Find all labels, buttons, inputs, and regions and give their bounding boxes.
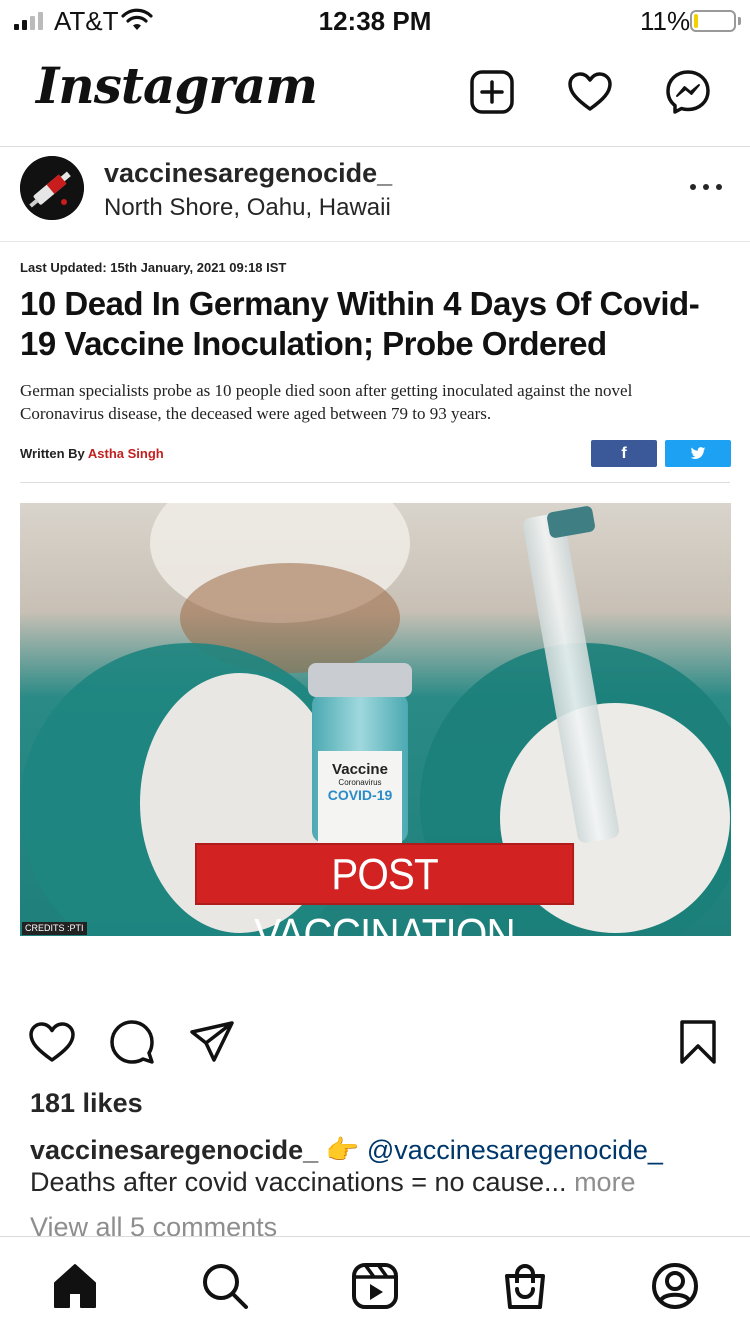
battery-percent: 11% [640, 6, 691, 36]
article-photo: Vaccine Coronavirus COVID-19 POST VACCIN… [20, 503, 731, 936]
vial-text-covid: COVID-19 [327, 787, 393, 803]
post-username[interactable]: vaccinesaregenocide_ [104, 158, 392, 189]
image-overlay-caption: POST VACCINATION DEATH [195, 843, 575, 936]
battery-level-fill [694, 14, 698, 28]
article-summary: German specialists probe as 10 people di… [20, 381, 633, 423]
profile-icon[interactable] [650, 1261, 700, 1311]
comment-icon[interactable] [108, 1018, 156, 1066]
post-header: vaccinesaregenocide_ North Shore, Oahu, … [0, 148, 750, 240]
twitter-share-icon [665, 440, 731, 467]
article-author: Astha Singh [87, 446, 164, 461]
heart-icon[interactable] [566, 68, 614, 116]
reels-icon[interactable] [350, 1261, 400, 1311]
shop-icon[interactable] [500, 1261, 550, 1311]
written-by-label: Written By [20, 446, 85, 461]
caption-text: Deaths after covid vaccinations = no cau… [30, 1167, 567, 1197]
battery-icon [690, 10, 736, 32]
post-actions [0, 1010, 750, 1070]
bottom-tab-bar [0, 1236, 750, 1334]
search-icon[interactable] [200, 1261, 250, 1311]
post-location[interactable]: North Shore, Oahu, Hawaii [104, 194, 391, 222]
caption-username[interactable]: vaccinesaregenocide_ [30, 1135, 318, 1165]
status-bar: AT&T 12:38 PM 11% [0, 0, 750, 40]
article-divider [20, 482, 730, 483]
post-image[interactable]: Last Updated: 15th January, 2021 09:18 I… [0, 241, 750, 991]
post-caption: vaccinesaregenocide_ 👉 @vaccinesaregenoc… [30, 1134, 730, 1198]
pointing-emoji: 👉 [325, 1135, 360, 1165]
instagram-logo[interactable]: Instagram [36, 56, 318, 115]
vial-text-coronavirus: Coronavirus [338, 778, 382, 787]
app-header: Instagram [0, 40, 750, 147]
more-options-icon[interactable] [686, 176, 726, 196]
vial-text-vaccine: Vaccine [332, 761, 388, 778]
home-icon[interactable] [50, 1261, 100, 1311]
status-time: 12:38 PM [318, 6, 432, 36]
battery-cap [738, 17, 741, 25]
article-byline: Written By Astha Singh [20, 446, 164, 461]
image-credits: CREDITS :PTI [22, 922, 87, 935]
article-headline: 10 Dead In Germany Within 4 Days Of Covi… [20, 285, 700, 362]
caption-mention[interactable]: @vaccinesaregenocide_ [367, 1135, 663, 1165]
facebook-share-icon: f [591, 440, 657, 467]
likes-count[interactable]: 181 likes [30, 1088, 143, 1119]
vaccine-vial-label: Vaccine Coronavirus COVID-19 [318, 761, 402, 803]
share-send-icon[interactable] [188, 1018, 236, 1066]
article-last-updated: Last Updated: 15th January, 2021 09:18 I… [20, 260, 287, 275]
avatar[interactable] [20, 156, 84, 220]
caption-more-link[interactable]: more [574, 1167, 636, 1197]
save-bookmark-icon[interactable] [674, 1018, 722, 1066]
like-heart-icon[interactable] [28, 1018, 76, 1066]
new-post-icon[interactable] [468, 68, 516, 116]
messenger-icon[interactable] [664, 68, 712, 116]
